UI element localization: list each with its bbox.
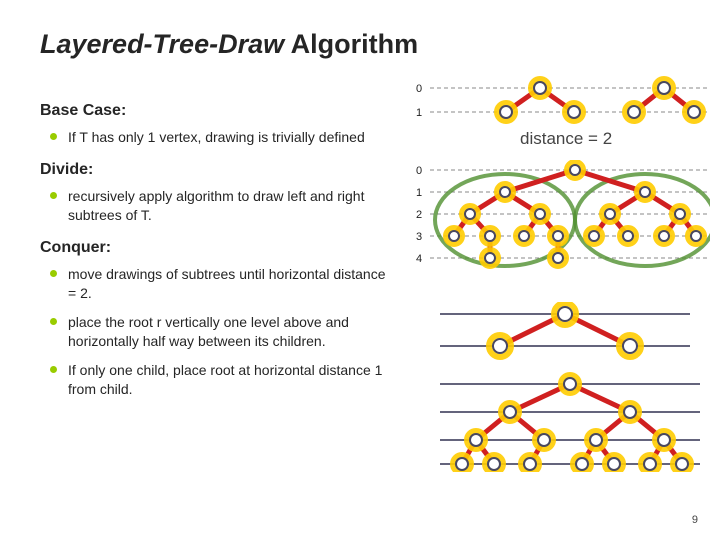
- list-item: place the root r vertically one level ab…: [68, 313, 388, 351]
- diagram-svg: [410, 302, 710, 362]
- section-heading-divide: Divide:: [40, 161, 410, 179]
- base-case-list: If T has only 1 vertex, drawing is trivi…: [40, 128, 388, 147]
- diagram-distance: 0 1 distance = 2: [410, 74, 710, 154]
- level-label: 1: [416, 107, 422, 119]
- list-item: If T has only 1 vertex, drawing is trivi…: [68, 128, 388, 147]
- content-columns: Base Case: If T has only 1 vertex, drawi…: [40, 92, 680, 472]
- conquer-list: move drawings of subtrees until horizont…: [40, 265, 388, 398]
- list-item: move drawings of subtrees until horizont…: [68, 265, 388, 303]
- section-heading-base: Base Case:: [40, 102, 410, 120]
- diagram-layered-tree: 0 1 2 3 4: [410, 160, 710, 280]
- section-heading-conquer: Conquer:: [40, 239, 410, 257]
- divide-list: recursively apply algorithm to draw left…: [40, 187, 388, 225]
- diagram-combined-tree: [410, 372, 710, 472]
- title-rest: Algorithm: [284, 29, 418, 59]
- diagram-svg: 0 1 distance = 2: [410, 74, 710, 154]
- slide: Layered-Tree-Draw Algorithm Base Case: I…: [0, 0, 720, 540]
- level-label: 1: [416, 187, 422, 199]
- diagram-column: 0 1 distance = 2: [410, 92, 680, 472]
- diagram-svg: [410, 372, 710, 472]
- page-title: Layered-Tree-Draw Algorithm: [40, 28, 680, 60]
- title-italic: Layered-Tree-Draw: [40, 29, 284, 59]
- level-label: 3: [416, 231, 422, 243]
- list-item: If only one child, place root at horizon…: [68, 361, 388, 399]
- diagram-svg: 0 1 2 3 4: [410, 160, 710, 280]
- text-column: Base Case: If T has only 1 vertex, drawi…: [40, 92, 410, 412]
- level-label: 0: [416, 83, 422, 95]
- diagram-root-placement: [410, 302, 710, 362]
- level-label: 0: [416, 165, 422, 177]
- level-label: 4: [416, 253, 422, 265]
- list-item: recursively apply algorithm to draw left…: [68, 187, 388, 225]
- level-label: 2: [416, 209, 422, 221]
- page-number: 9: [692, 514, 698, 526]
- distance-label: distance = 2: [520, 129, 612, 148]
